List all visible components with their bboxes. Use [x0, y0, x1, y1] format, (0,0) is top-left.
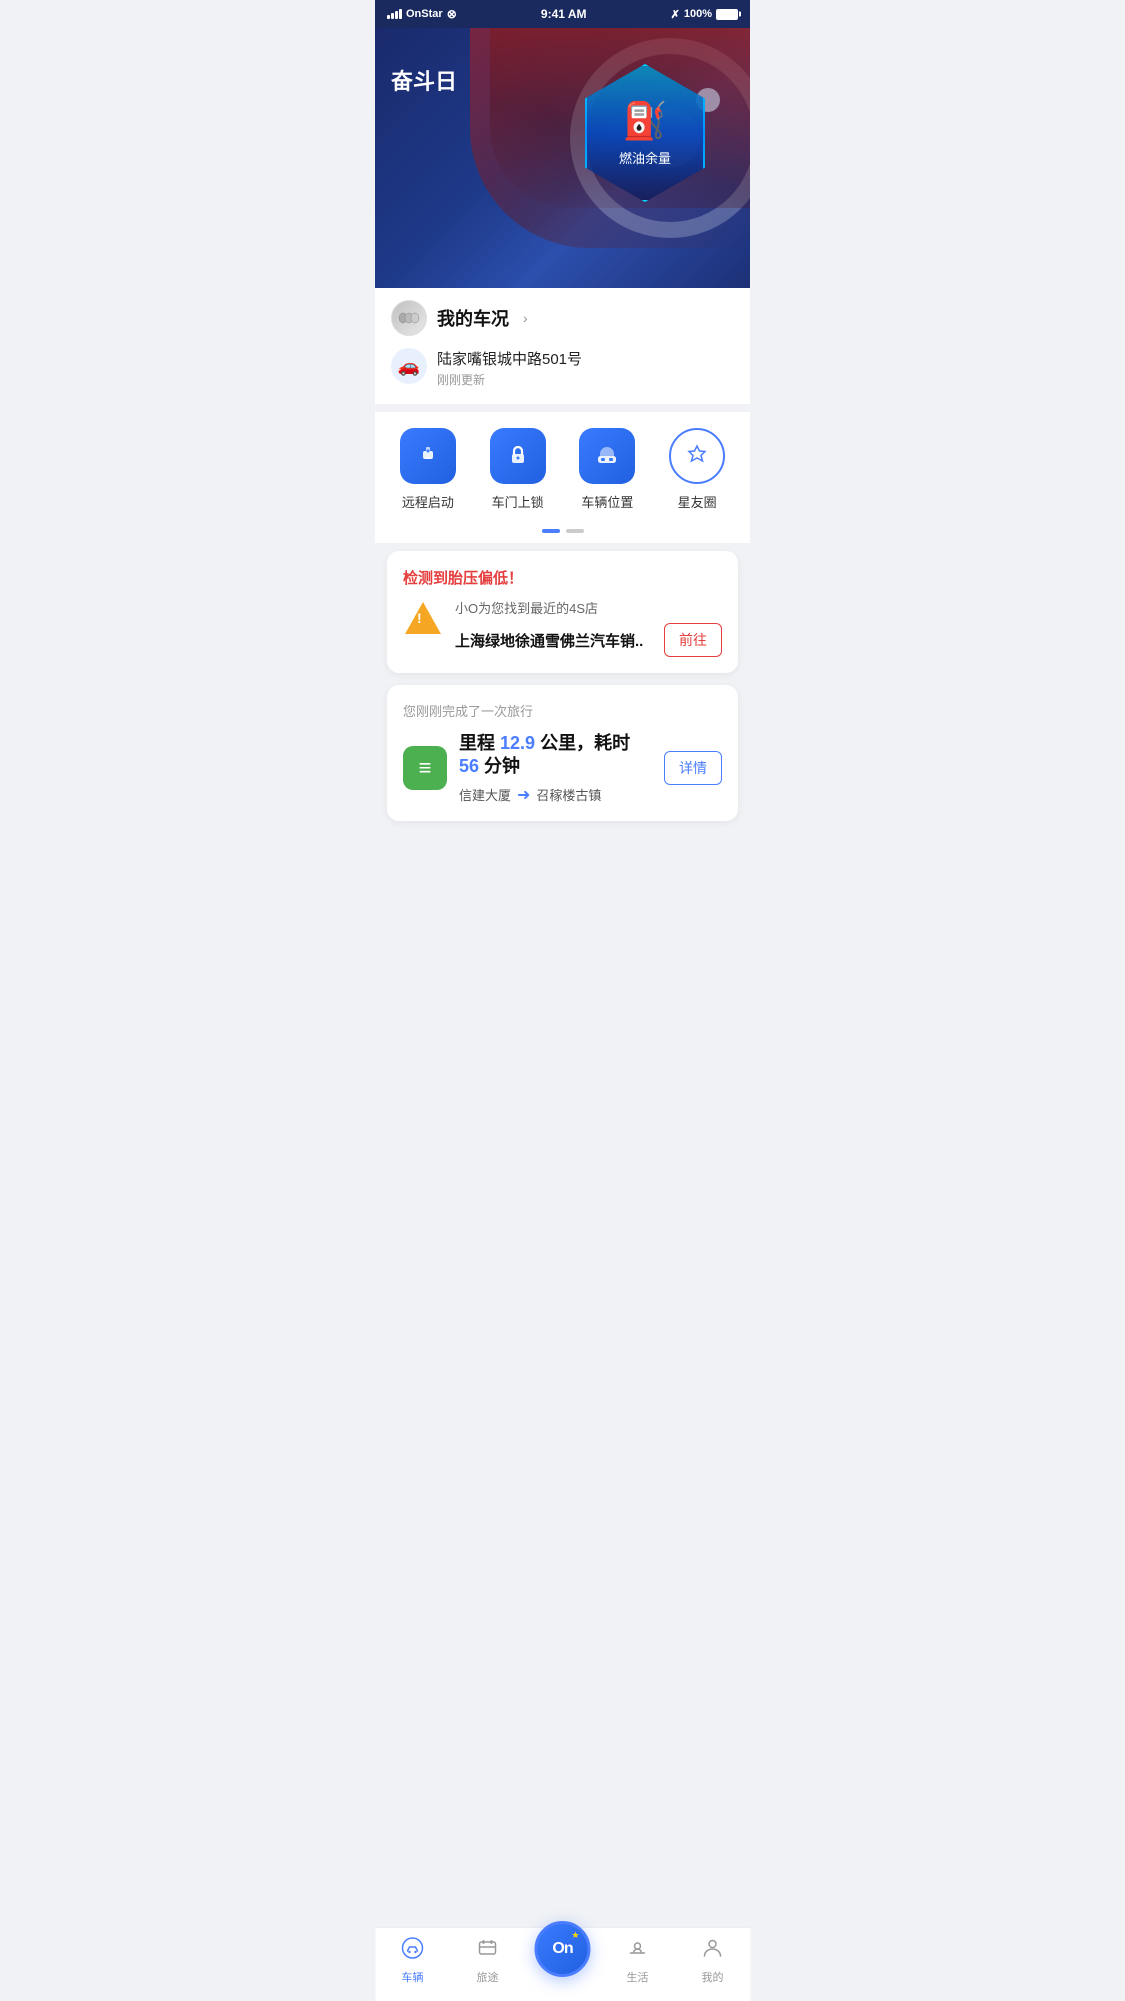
action-car-location[interactable]: 车辆位置: [567, 428, 647, 511]
nav-journey[interactable]: 旅途: [450, 1936, 525, 1985]
fuel-pump-icon: ⛽: [623, 100, 668, 142]
status-time: 9:41 AM: [541, 7, 587, 21]
actions-row: 远程启动 车门上锁: [375, 428, 750, 511]
fuel-label: 燃油余量: [619, 148, 671, 167]
route-arrow-icon: ➜: [517, 785, 530, 805]
nav-journey-label: 旅途: [477, 1969, 499, 1985]
nav-life-label: 生活: [627, 1969, 649, 1985]
car-location-icon: 🚗: [398, 356, 420, 377]
location-row: 🚗 陆家嘴银城中路501号 刚刚更新: [391, 348, 734, 396]
quick-actions: 远程启动 车门上锁: [375, 412, 750, 519]
star-circle-icon: [681, 438, 713, 475]
hero-section: 奋斗日 ⛽ 燃油余量: [375, 28, 750, 328]
nav-center[interactable]: ★ On: [525, 1945, 600, 1977]
location-address: 陆家嘴银城中路501号: [437, 348, 582, 369]
trip-from: 信建大厦: [459, 785, 511, 804]
car-location-nav-icon: [593, 440, 621, 473]
action-door-lock[interactable]: 车门上锁: [478, 428, 558, 511]
mine-icon: [701, 1936, 725, 1966]
remote-start-label: 远程启动: [402, 492, 454, 511]
wifi-icon: ⊗: [447, 7, 457, 21]
trip-content: 里程 12.9 公里，耗时 56 分钟 信建大厦 ➜ 召稼楼古镇: [459, 732, 652, 805]
nav-life[interactable]: 生活: [600, 1936, 675, 1985]
journey-icon: [476, 1936, 500, 1966]
alert-shop-row: 上海绿地徐通雪佛兰汽车销.. 前往: [455, 623, 722, 657]
onstar-star-icon: ★: [571, 1930, 579, 1941]
vehicle-icon: [401, 1936, 425, 1966]
onstar-center-label: On: [552, 1941, 572, 1957]
door-lock-icon-wrap: [490, 428, 546, 484]
nav-mine-label: 我的: [702, 1969, 724, 1985]
distance-value: 12.9: [500, 733, 535, 753]
star-circle-icon-wrap: [669, 428, 725, 484]
detail-button[interactable]: 详情: [664, 751, 722, 785]
alert-icon-wrap: [403, 598, 443, 638]
bottom-nav: 车辆 旅途 ★ On 生活: [375, 1927, 750, 2001]
duration-unit: 分钟: [484, 756, 520, 776]
trip-route: 信建大厦 ➜ 召稼楼古镇: [459, 785, 652, 805]
bluetooth-icon: ✗: [671, 8, 680, 21]
buick-logo: [391, 300, 427, 336]
battery-fill: [717, 10, 737, 19]
battery-label: 100%: [684, 8, 712, 20]
dot-1: [542, 529, 560, 533]
distance-unit: 公里，耗时: [540, 733, 630, 753]
action-star-circle[interactable]: 星友圈: [657, 428, 737, 511]
car-status-title: 我的车况: [437, 305, 509, 331]
action-remote-start[interactable]: 远程启动: [388, 428, 468, 511]
location-text: 陆家嘴银城中路501号 刚刚更新: [437, 348, 582, 388]
alert-subtitle: 小O为您找到最近的4S店: [455, 598, 722, 617]
trip-icon-wrap: ≡: [403, 746, 447, 790]
trip-to: 召稼楼古镇: [536, 785, 601, 804]
nav-mine[interactable]: 我的: [675, 1936, 750, 1985]
alert-content: 小O为您找到最近的4S店 上海绿地徐通雪佛兰汽车销.. 前往: [455, 598, 722, 657]
dot-2: [566, 529, 584, 533]
goto-button[interactable]: 前往: [664, 623, 722, 657]
signal-icon: [387, 9, 402, 19]
location-updated: 刚刚更新: [437, 371, 582, 388]
car-location-icon-wrap: [579, 428, 635, 484]
warning-triangle-icon: [405, 602, 441, 634]
car-status-arrow: ›: [523, 310, 528, 326]
trip-body: ≡ 里程 12.9 公里，耗时 56 分钟 信建大厦 ➜ 召稼楼古镇 详情: [403, 732, 722, 805]
dots-row: [375, 519, 750, 543]
alert-body: 小O为您找到最近的4S店 上海绿地徐通雪佛兰汽车销.. 前往: [403, 598, 722, 657]
trip-icon: ≡: [419, 755, 432, 781]
fuel-hexagon[interactable]: ⛽ 燃油余量: [580, 58, 710, 208]
remote-start-icon-wrap: [400, 428, 456, 484]
status-left: OnStar ⊗: [387, 7, 457, 21]
trip-card: 您刚刚完成了一次旅行 ≡ 里程 12.9 公里，耗时 56 分钟 信建大厦 ➜ …: [387, 685, 738, 821]
alert-card: 检测到胎压偏低！ 小O为您找到最近的4S店 上海绿地徐通雪佛兰汽车销.. 前往: [387, 551, 738, 673]
battery-icon: [716, 9, 738, 20]
life-icon: [626, 1936, 650, 1966]
nav-vehicle-label: 车辆: [402, 1969, 424, 1985]
nav-vehicle[interactable]: 车辆: [375, 1936, 450, 1985]
onstar-center-button[interactable]: ★ On: [535, 1921, 591, 1977]
trip-header: 您刚刚完成了一次旅行: [403, 701, 722, 720]
car-status-section: 我的车况 › 🚗 陆家嘴银城中路501号 刚刚更新: [375, 288, 750, 404]
car-location-label: 车辆位置: [581, 492, 633, 511]
distance-label: 里程: [459, 733, 495, 753]
status-bar: OnStar ⊗ 9:41 AM ✗ 100%: [375, 0, 750, 28]
page-title: 奋斗日: [391, 64, 457, 96]
trip-stats: 里程 12.9 公里，耗时 56 分钟: [459, 732, 652, 779]
alert-title: 检测到胎压偏低！: [403, 567, 722, 588]
location-icon-wrap: 🚗: [391, 348, 427, 384]
car-status-row[interactable]: 我的车况 ›: [391, 300, 734, 336]
hex-shape: ⛽ 燃油余量: [585, 64, 705, 202]
door-lock-icon: [504, 440, 532, 473]
door-lock-label: 车门上锁: [492, 492, 544, 511]
cards-section: 检测到胎压偏低！ 小O为您找到最近的4S店 上海绿地徐通雪佛兰汽车销.. 前往 …: [375, 543, 750, 841]
alert-shop-name: 上海绿地徐通雪佛兰汽车销..: [455, 630, 656, 651]
duration-value: 56: [459, 756, 479, 776]
star-circle-label: 星友圈: [678, 492, 717, 511]
remote-start-icon: [414, 439, 442, 473]
carrier-label: OnStar: [406, 8, 443, 20]
status-right: ✗ 100%: [671, 8, 738, 21]
